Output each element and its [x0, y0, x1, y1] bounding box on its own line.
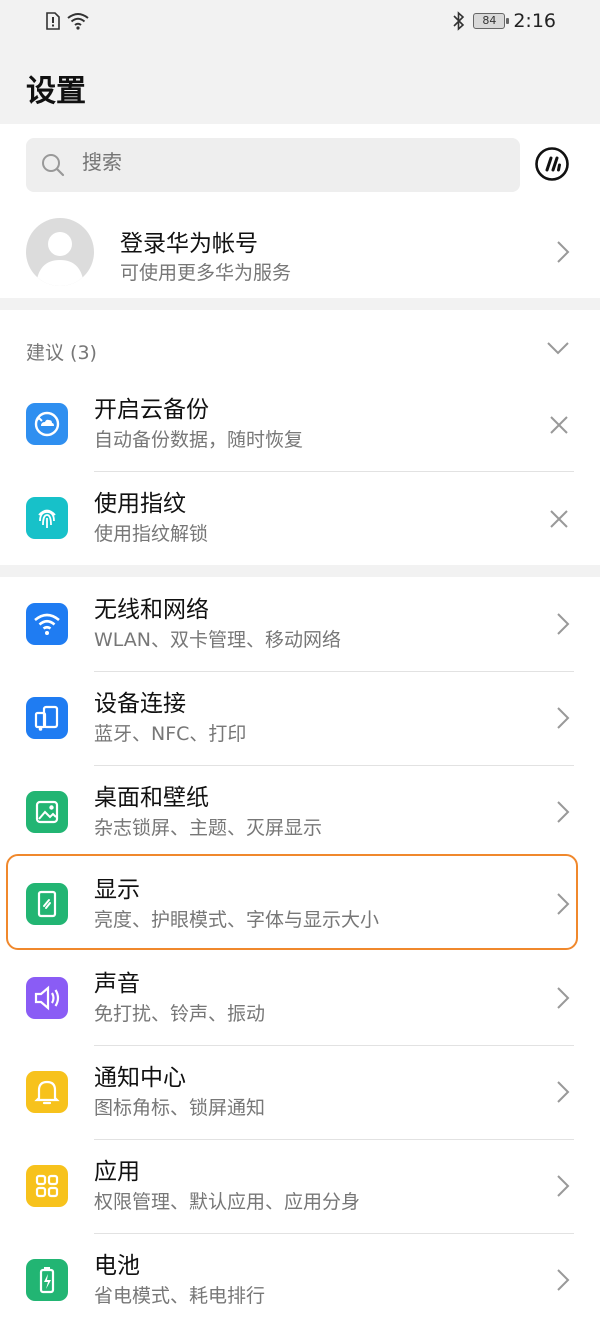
device-connection-icon — [26, 697, 68, 739]
status-bar: 84 2:16 — [0, 0, 600, 44]
search-input[interactable] — [80, 151, 484, 176]
settings-item-wallpaper[interactable]: 桌面和壁纸 杂志锁屏、主题、灭屏显示 — [0, 766, 600, 859]
settings-item-title: 桌面和壁纸 — [94, 785, 209, 811]
settings-item-subtitle: WLAN、双卡管理、移动网络 — [94, 629, 342, 651]
close-icon[interactable] — [548, 414, 570, 436]
search-bar[interactable] — [26, 138, 520, 192]
chevron-right-icon — [557, 1269, 570, 1291]
suggestion-title: 使用指纹 — [94, 491, 186, 517]
battery-icon — [26, 1259, 68, 1301]
bluetooth-icon — [453, 11, 465, 31]
chevron-right-icon — [557, 613, 570, 635]
settings-item-apps[interactable]: 应用 权限管理、默认应用、应用分身 — [0, 1140, 600, 1233]
suggestion-subtitle: 使用指纹解锁 — [94, 523, 209, 545]
settings-item-title: 通知中心 — [94, 1065, 186, 1091]
highlight-box — [6, 854, 578, 950]
settings-item-title: 应用 — [94, 1159, 140, 1185]
chevron-right-icon — [557, 801, 570, 823]
clock: 2:16 — [513, 10, 556, 32]
avatar — [26, 218, 94, 286]
suggestions-heading: 建议 (3) — [26, 342, 97, 364]
suggestion-cloud-backup[interactable]: 开启云备份 自动备份数据，随时恢复 — [0, 378, 600, 471]
suggestion-fingerprint[interactable]: 使用指纹 使用指纹解锁 — [0, 472, 600, 565]
hivoice-icon[interactable] — [534, 146, 570, 182]
suggestion-subtitle: 自动备份数据，随时恢复 — [94, 429, 304, 451]
cloud-backup-icon — [26, 403, 68, 445]
settings-item-subtitle: 杂志锁屏、主题、灭屏显示 — [94, 817, 323, 839]
default-avatar-icon — [36, 232, 84, 286]
settings-item-title: 声音 — [94, 971, 140, 997]
settings-item-sound[interactable]: 声音 免打扰、铃声、振动 — [0, 952, 600, 1045]
chevron-right-icon — [557, 707, 570, 729]
sound-icon — [26, 977, 68, 1019]
settings-item-title: 电池 — [94, 1253, 140, 1279]
settings-item-wireless[interactable]: 无线和网络 WLAN、双卡管理、移动网络 — [0, 578, 600, 671]
account-subtitle: 可使用更多华为服务 — [120, 262, 292, 284]
wifi-icon — [26, 603, 68, 645]
settings-item-notifications[interactable]: 通知中心 图标角标、锁屏通知 — [0, 1046, 600, 1139]
chevron-right-icon — [557, 1175, 570, 1197]
chevron-down-icon[interactable] — [546, 340, 570, 356]
chevron-right-icon — [557, 241, 570, 263]
page-title: 设置 — [26, 74, 86, 109]
battery-indicator: 84 — [473, 13, 510, 29]
close-icon[interactable] — [548, 508, 570, 530]
settings-item-device-connection[interactable]: 设备连接 蓝牙、NFC、打印 — [0, 672, 600, 765]
suggestion-title: 开启云备份 — [94, 397, 209, 423]
account-title: 登录华为帐号 — [120, 231, 258, 257]
section-divider — [0, 298, 600, 310]
settings-item-subtitle: 蓝牙、NFC、打印 — [94, 723, 247, 745]
sim-alert-icon — [46, 12, 60, 30]
notification-icon — [26, 1071, 68, 1113]
wifi-status-icon — [67, 13, 89, 30]
apps-icon — [26, 1165, 68, 1207]
settings-item-subtitle: 图标角标、锁屏通知 — [94, 1097, 266, 1119]
settings-item-title: 设备连接 — [94, 691, 186, 717]
settings-item-subtitle: 省电模式、耗电排行 — [94, 1285, 266, 1307]
app-header: 设置 — [0, 44, 600, 124]
settings-item-subtitle: 免打扰、铃声、振动 — [94, 1003, 266, 1025]
chevron-right-icon — [557, 987, 570, 1009]
settings-item-battery[interactable]: 电池 省电模式、耗电排行 — [0, 1234, 600, 1327]
settings-item-title: 无线和网络 — [94, 597, 209, 623]
search-icon — [42, 154, 65, 177]
status-right: 84 2:16 — [453, 10, 556, 32]
account-login-row[interactable]: 登录华为帐号 可使用更多华为服务 — [0, 210, 600, 296]
section-divider — [0, 565, 600, 577]
chevron-right-icon — [557, 1081, 570, 1103]
fingerprint-icon — [26, 497, 68, 539]
status-left — [46, 12, 90, 30]
settings-item-subtitle: 权限管理、默认应用、应用分身 — [94, 1191, 361, 1213]
wallpaper-icon — [26, 791, 68, 833]
